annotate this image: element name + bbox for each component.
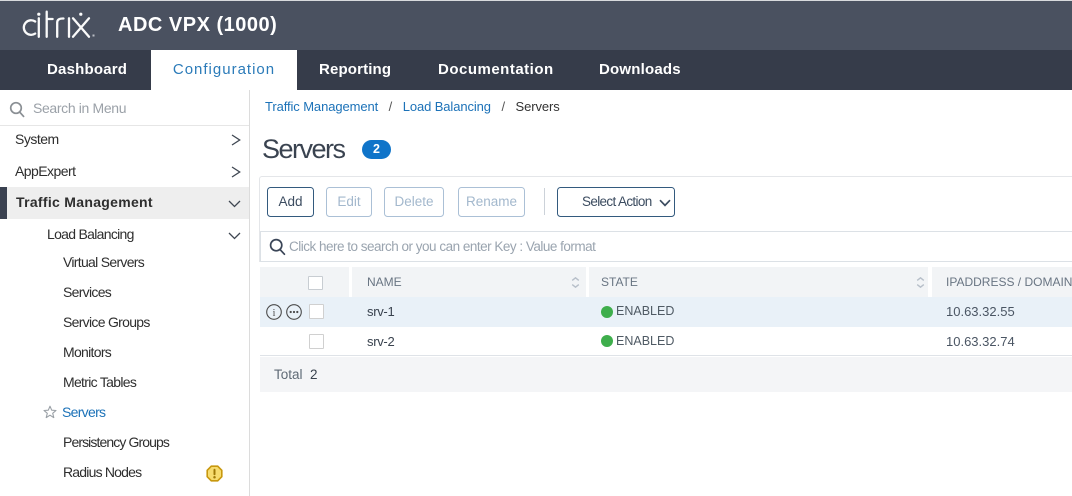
svg-text:i: i [273, 308, 276, 319]
